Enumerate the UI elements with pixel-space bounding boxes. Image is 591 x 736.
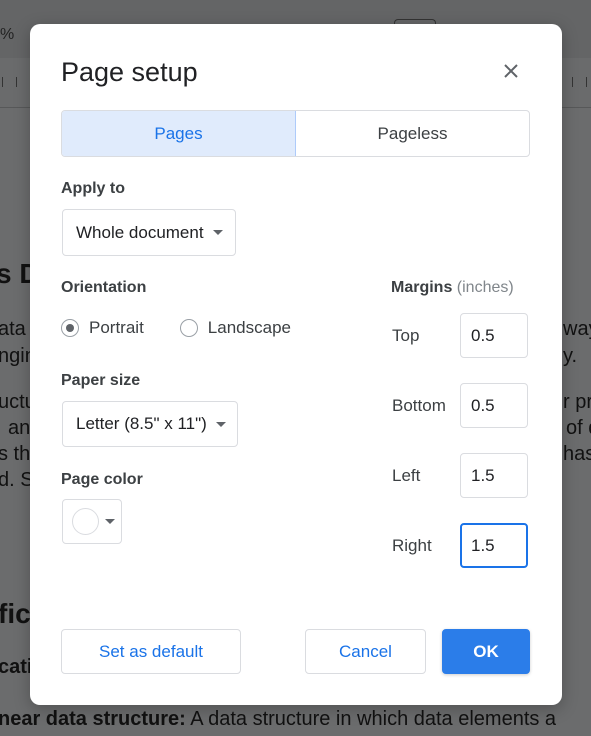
radio-landscape-label: Landscape (207, 318, 291, 337)
margin-left-input[interactable] (460, 453, 528, 498)
doc-definition: A data structure in which data elements … (185, 708, 557, 730)
margin-right-label: Right (392, 536, 432, 555)
cancel-button[interactable]: Cancel (305, 629, 426, 674)
margin-left-label: Left (392, 466, 421, 485)
margin-top-label: Top (392, 326, 420, 345)
chevron-down-icon (105, 519, 115, 524)
doc-text: way (563, 318, 591, 340)
paper-size-dropdown[interactable]: Letter (8.5" x 11") (62, 401, 238, 447)
close-button[interactable] (500, 60, 522, 82)
apply-to-value: Whole document (76, 222, 204, 242)
page-color-picker[interactable] (62, 499, 122, 544)
tab-pageless[interactable]: Pageless (296, 111, 529, 156)
chevron-down-icon (215, 421, 226, 427)
ok-button[interactable]: OK (442, 629, 530, 674)
doc-text: near data structure: A data structure in… (0, 708, 556, 731)
doc-text: an (8, 417, 31, 439)
doc-term: near data structure: (0, 708, 186, 730)
margin-bottom-input[interactable] (460, 383, 528, 428)
apply-to-label: Apply to (61, 180, 125, 197)
dialog-title: Page setup (61, 57, 198, 87)
tab-pages[interactable]: Pages (62, 111, 296, 156)
margin-right-input[interactable] (460, 523, 528, 568)
margins-label: Margins (391, 279, 453, 296)
doc-heading: fic (0, 598, 31, 629)
margin-top-input[interactable] (460, 313, 528, 358)
close-icon (504, 64, 518, 78)
margin-bottom-label: Bottom (392, 396, 446, 415)
paper-size-label: Paper size (61, 372, 141, 389)
set-as-default-button[interactable]: Set as default (61, 629, 241, 674)
doc-text: has (563, 443, 591, 465)
orientation-options: Portrait Landscape (61, 318, 291, 338)
mode-tabs: Pages Pageless (61, 110, 530, 157)
page-setup-dialog: Page setup Pages Pageless Apply to Whole… (30, 24, 562, 705)
radio-portrait[interactable]: Portrait (61, 318, 144, 338)
page-color-label: Page color (61, 471, 143, 488)
apply-to-dropdown[interactable]: Whole document (62, 209, 236, 256)
chevron-down-icon (212, 230, 223, 235)
orientation-label: Orientation (61, 279, 147, 296)
doc-text: y. (563, 345, 578, 367)
zoom-level-text: % (0, 26, 15, 43)
color-swatch (72, 508, 99, 535)
doc-text: of d (566, 417, 591, 439)
paper-size-value: Letter (8.5" x 11") (76, 414, 207, 433)
doc-text: r pro (563, 391, 591, 413)
radio-portrait-label: Portrait (89, 318, 144, 337)
radio-landscape[interactable]: Landscape (179, 318, 291, 338)
margins-unit: (inches) (456, 279, 514, 296)
radio-unchecked-icon (179, 319, 198, 337)
margins-title: Margins (inches) (391, 279, 514, 297)
doc-text: d. S (0, 469, 34, 491)
radio-checked-icon (61, 319, 79, 337)
